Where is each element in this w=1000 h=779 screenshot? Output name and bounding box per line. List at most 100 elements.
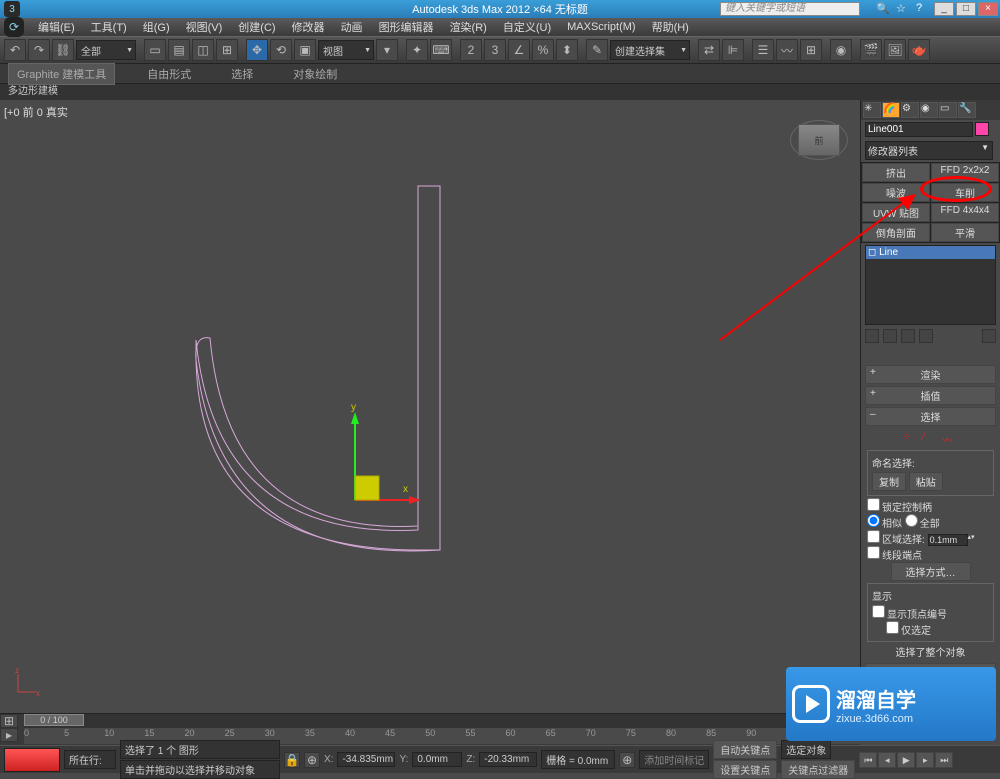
next-frame-icon[interactable]: ▸ <box>916 752 934 768</box>
ribbon-tab-paint[interactable]: 对象绘制 <box>285 64 345 84</box>
rollout-interp[interactable]: 插值 <box>865 386 996 405</box>
menu-create[interactable]: 创建(C) <box>230 19 283 35</box>
lock-handles-checkbox[interactable] <box>867 498 880 511</box>
time-tag-icon[interactable]: ⊕ <box>619 752 635 768</box>
menu-edit[interactable]: 编辑(E) <box>30 19 83 35</box>
mod-btn-ffd4[interactable]: FFD 4x4x4 <box>931 203 999 222</box>
menu-maxscript[interactable]: MAXScript(M) <box>559 21 643 33</box>
area-sel-checkbox[interactable] <box>867 530 880 543</box>
ribbon-tab-select[interactable]: 选择 <box>223 64 261 84</box>
hierarchy-tab-icon[interactable]: ⚙ <box>901 102 919 118</box>
paste-button[interactable]: 粘贴 <box>909 472 943 491</box>
time-slider-thumb[interactable]: 0 / 100 <box>24 714 84 726</box>
prev-frame-icon[interactable]: ◂ <box>878 752 896 768</box>
add-time-tag[interactable]: 添加时间标记 <box>639 750 709 769</box>
configure-sets-icon[interactable] <box>982 329 996 343</box>
menu-views[interactable]: 视图(V) <box>178 19 231 35</box>
create-tab-icon[interactable]: ✳ <box>863 102 881 118</box>
search-icon[interactable]: 🔍 <box>876 2 890 16</box>
time-slider[interactable]: 0 / 100 <box>24 714 860 728</box>
undo-icon[interactable]: ↶ <box>4 39 26 61</box>
mod-btn-bevel[interactable]: 倒角剖面 <box>862 223 930 242</box>
mod-btn-noise[interactable]: 噪波 <box>862 183 930 202</box>
schematic-icon[interactable]: ⊞ <box>800 39 822 61</box>
key-target[interactable]: 选定对象 <box>781 740 831 759</box>
menu-customize[interactable]: 自定义(U) <box>495 19 559 35</box>
set-key-icon[interactable]: ▸ <box>0 728 18 742</box>
keyboard-shortcut-icon[interactable]: ⌨ <box>430 39 452 61</box>
rollout-select[interactable]: 选择 <box>865 407 996 426</box>
render-setup-icon[interactable]: 🎬 <box>860 39 882 61</box>
object-name-input[interactable]: Line001 <box>865 122 973 137</box>
abs-rel-icon[interactable]: ⊕ <box>304 752 320 768</box>
menu-tools[interactable]: 工具(T) <box>83 19 135 35</box>
filter-dropdown[interactable]: 全部 <box>76 40 136 60</box>
rotate-icon[interactable]: ⟲ <box>270 39 292 61</box>
snap-3d-icon[interactable]: 3 <box>484 39 506 61</box>
close-button[interactable]: × <box>978 2 998 16</box>
menu-modifiers[interactable]: 修改器 <box>284 19 333 35</box>
maxscript-listener[interactable] <box>4 748 60 772</box>
viewport-label[interactable]: [+0 前 0 真实 <box>4 104 68 120</box>
mirror-icon[interactable]: ⇄ <box>698 39 720 61</box>
menu-animation[interactable]: 动画 <box>333 19 371 35</box>
move-gizmo[interactable]: y x <box>325 400 425 523</box>
app-logo-icon[interactable]: 3 <box>4 1 20 17</box>
all-radio[interactable] <box>905 514 918 527</box>
mod-btn-uvw[interactable]: UVW 贴图 <box>862 203 930 222</box>
help-search-input[interactable]: 键入关键字或短语 <box>720 2 860 16</box>
ribbon-tab-freeform[interactable]: 自由形式 <box>139 64 199 84</box>
mod-btn-smooth[interactable]: 平滑 <box>931 223 999 242</box>
snap-2d-icon[interactable]: 2 <box>460 39 482 61</box>
viewcube[interactable]: 前 <box>798 124 840 156</box>
curve-editor-icon[interactable]: 〰 <box>776 39 798 61</box>
only-sel-checkbox[interactable] <box>886 621 899 634</box>
menu-render[interactable]: 渲染(R) <box>442 19 495 35</box>
lock-selection-icon[interactable]: 🔒 <box>284 752 300 768</box>
x-coord-input[interactable]: -34.835mm <box>337 752 395 767</box>
ref-coord-dropdown[interactable]: 视图 <box>318 40 374 60</box>
play-icon[interactable]: ▶ <box>897 752 915 768</box>
render-frame-icon[interactable]: 🖼 <box>884 39 906 61</box>
copy-button[interactable]: 复制 <box>872 472 906 491</box>
select-region-icon[interactable]: ◫ <box>192 39 214 61</box>
help-icon[interactable]: ☆ <box>896 2 910 16</box>
modifier-stack[interactable]: Line <box>865 245 996 325</box>
minimize-button[interactable]: _ <box>934 2 954 16</box>
vertex-subobj-icon[interactable]: ⁘ <box>903 432 919 446</box>
select-icon[interactable]: ▭ <box>144 39 166 61</box>
display-tab-icon[interactable]: ▭ <box>939 102 957 118</box>
mod-btn-lathe[interactable]: 车削 <box>931 183 999 202</box>
y-coord-input[interactable]: 0.0mm <box>412 752 462 767</box>
align-icon[interactable]: ⊫ <box>722 39 744 61</box>
show-vtx-num-checkbox[interactable] <box>872 605 885 618</box>
utilities-tab-icon[interactable]: 🔧 <box>958 102 976 118</box>
info-icon[interactable]: ? <box>916 2 930 16</box>
app-menu-icon[interactable]: ⟳ <box>4 17 24 37</box>
key-filter-button[interactable]: 关键点过滤器 <box>781 760 855 779</box>
edit-named-sel-icon[interactable]: ✎ <box>586 39 608 61</box>
material-editor-icon[interactable]: ◉ <box>830 39 852 61</box>
percent-snap-icon[interactable]: % <box>532 39 554 61</box>
area-sel-spinner[interactable]: 0.1mm <box>928 534 968 546</box>
mod-btn-extrude[interactable]: 挤出 <box>862 163 930 182</box>
select-by-button[interactable]: 选择方式… <box>891 562 971 581</box>
filter-keys-icon[interactable]: ⊞ <box>0 714 18 728</box>
z-coord-input[interactable]: -20.33mm <box>479 752 537 767</box>
menu-group[interactable]: 组(G) <box>135 19 178 35</box>
redo-icon[interactable]: ↷ <box>28 39 50 61</box>
modifier-list-dropdown[interactable]: 修改器列表 <box>865 141 993 160</box>
maximize-button[interactable]: □ <box>956 2 976 16</box>
pin-stack-icon[interactable] <box>865 329 879 343</box>
auto-key-button[interactable]: 自动关键点 <box>713 740 777 759</box>
motion-tab-icon[interactable]: ◉ <box>920 102 938 118</box>
show-end-result-icon[interactable] <box>883 329 897 343</box>
move-icon[interactable]: ✥ <box>246 39 268 61</box>
render-icon[interactable]: 🫖 <box>908 39 930 61</box>
window-crossing-icon[interactable]: ⊞ <box>216 39 238 61</box>
modify-tab-icon[interactable]: 🌈 <box>882 102 900 118</box>
link-icon[interactable]: ⛓ <box>52 39 74 61</box>
layer-icon[interactable]: ☰ <box>752 39 774 61</box>
manipulate-icon[interactable]: ✦ <box>406 39 428 61</box>
similar-radio[interactable] <box>867 514 880 527</box>
